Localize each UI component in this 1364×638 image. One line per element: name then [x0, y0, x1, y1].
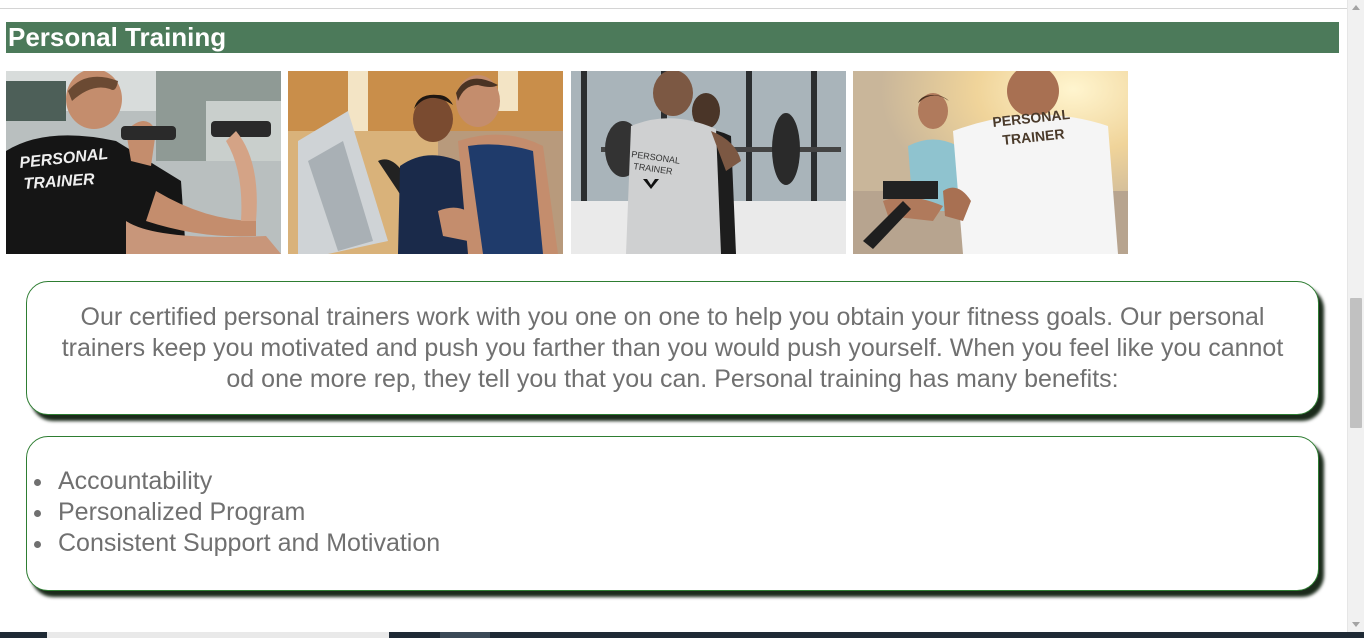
page: Personal Training PERSONAL TRAINER PERSO…	[0, 0, 1364, 638]
taskbar-item[interactable]	[47, 632, 389, 638]
intro-text: Our certified personal trainers work wit…	[61, 303, 1284, 393]
benefit-label: Accountability	[58, 467, 213, 495]
top-divider	[0, 0, 1347, 9]
benefit-label: Consistent Support and Motivation	[58, 529, 441, 557]
scrollbar-thumb[interactable]	[1350, 298, 1362, 428]
benefit-item: Accountability	[34, 466, 1318, 497]
trainer-machine-photo: PERSONAL TRAINER	[853, 71, 1128, 254]
scroll-up-icon[interactable]	[1352, 5, 1360, 10]
vertical-scrollbar[interactable]	[1347, 0, 1364, 632]
benefit-item: Personalized Program	[34, 497, 1318, 528]
trainer-dumbbell-photo: PERSONAL TRAINER	[6, 71, 281, 254]
scroll-down-icon[interactable]	[1352, 622, 1360, 627]
taskbar	[0, 632, 1364, 638]
benefit-item: Consistent Support and Motivation	[34, 528, 1318, 559]
intro-card: Our certified personal trainers work wit…	[26, 281, 1319, 415]
bullet-icon	[34, 510, 41, 517]
bullet-icon	[34, 541, 41, 548]
benefits-card: Accountability Personalized Program Cons…	[26, 436, 1319, 591]
section-title: Personal Training	[6, 22, 1339, 53]
bullet-icon	[34, 479, 41, 486]
benefit-label: Personalized Program	[58, 498, 306, 526]
benefits-list: Accountability Personalized Program Cons…	[27, 466, 1318, 559]
trainer-bike-photo	[288, 71, 563, 254]
trainer-barbell-photo: PERSONAL TRAINER	[571, 71, 846, 254]
taskbar-item[interactable]	[440, 632, 490, 638]
